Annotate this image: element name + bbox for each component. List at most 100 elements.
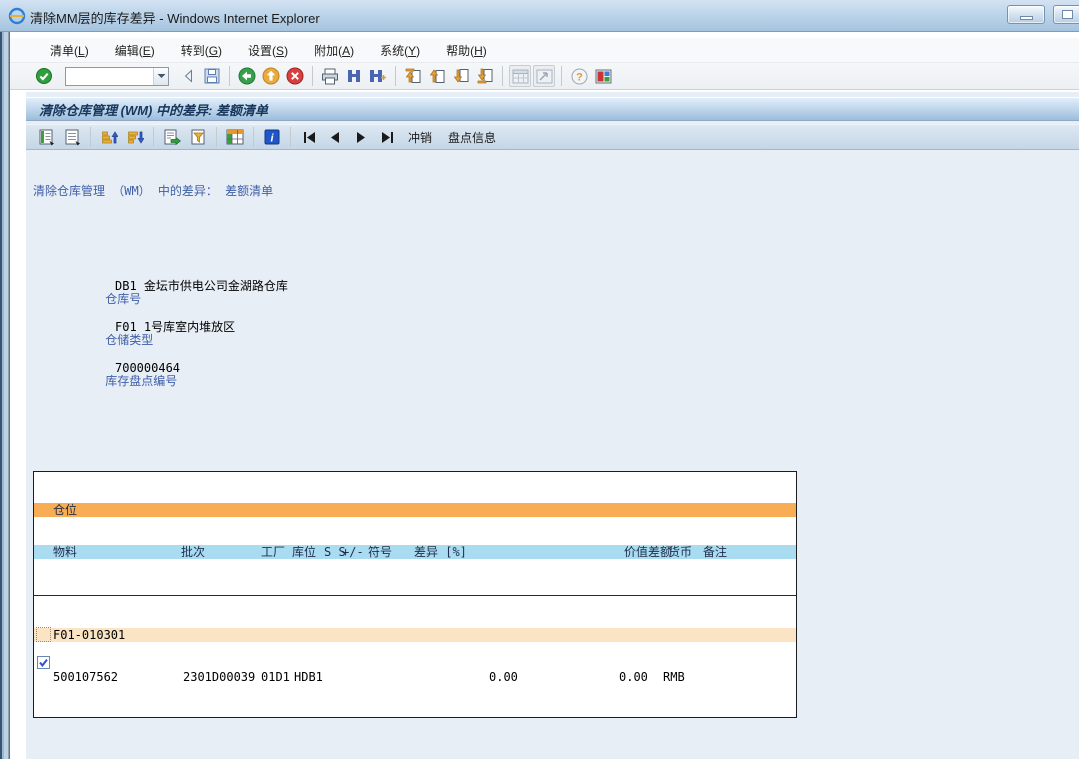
menu-settings[interactable]: 设置(S) <box>242 39 294 62</box>
menu-system[interactable]: 系统(Y) <box>374 39 426 62</box>
export-icon[interactable] <box>160 126 184 148</box>
command-field <box>65 67 169 86</box>
sort-descending-icon[interactable] <box>123 126 147 148</box>
cancel-icon[interactable] <box>284 65 306 87</box>
column-header-material: 物料 <box>53 545 77 559</box>
column-header-plusminus: +/- <box>342 545 364 559</box>
column-header-remark: 备注 <box>703 545 727 559</box>
report-content: 清除仓库管理 （WM） 中的差异： 差额清单 仓库号 DB1 金坛市供电公司金湖… <box>26 150 1079 746</box>
menu-goto[interactable]: 转到(G) <box>175 39 228 62</box>
cell-currency: RMB <box>663 670 685 684</box>
bin-row[interactable]: F01-010301 <box>34 628 796 642</box>
cell-diff-pct: 0.00 <box>489 670 518 684</box>
browser-page: 清单(L) 编辑(E) 转到(G) 设置(S) 附加(A) 系统(Y) 帮助(H… <box>10 32 1079 759</box>
print-icon[interactable] <box>319 65 341 87</box>
cell-batch: 2301D00039 <box>183 670 255 684</box>
column-header-bin: 仓位 <box>53 503 77 517</box>
toolbar-separator <box>153 127 154 147</box>
cell-material: 500107562 <box>53 670 118 684</box>
column-header-currency: 货币 <box>668 545 692 559</box>
window-title: 清除MM层的库存差异 - Windows Internet Explorer <box>30 8 320 27</box>
next-record-icon[interactable] <box>349 126 373 148</box>
command-dropdown-button[interactable] <box>153 68 168 85</box>
collapse-toolbar-icon[interactable] <box>177 65 199 87</box>
screen-titlebar: 清除仓库管理 (WM) 中的差异: 差额清单 <box>26 97 1079 121</box>
report-header-fields: 仓库号 DB1 金坛市供电公司金湖路仓库 仓储类型 F01 1号库室内堆放区 库… <box>33 252 1079 403</box>
column-header-plant: 工厂 <box>261 545 285 559</box>
chevron-down-icon <box>157 73 166 79</box>
application-toolbar: i 冲销 盘点信息 <box>26 124 1079 150</box>
field-storage-type: 仓储类型 F01 1号库室内堆放区 <box>33 321 1079 334</box>
menu-extras[interactable]: 附加(A) <box>308 39 360 62</box>
window-titlebar: 清除MM层的库存差异 - Windows Internet Explorer <box>0 0 1079 32</box>
field-value: DB1 金坛市供电公司金湖路仓库 <box>115 280 288 293</box>
exit-icon[interactable] <box>260 65 282 87</box>
field-value: F01 1号库室内堆放区 <box>115 321 235 334</box>
cell-sloc: HDB1 <box>294 670 323 684</box>
bin-checkbox[interactable] <box>37 628 50 641</box>
toolbar-separator <box>290 127 291 147</box>
grid-view-icon[interactable] <box>223 126 247 148</box>
find-next-icon[interactable] <box>367 65 389 87</box>
window-left-border <box>0 32 10 759</box>
field-value: 700000464 <box>115 362 180 375</box>
sap-standard-toolbar: ? <box>10 62 1079 90</box>
difference-table: 仓位 物料 批次 工厂 库位 S S +/- 符号 差异 [%] 价值差额 货币… <box>33 471 797 718</box>
sort-ascending-icon[interactable] <box>97 126 121 148</box>
column-header-batch: 批次 <box>181 545 205 559</box>
toolbar-separator <box>216 127 217 147</box>
table-separator-line <box>34 595 796 596</box>
last-record-icon[interactable] <box>375 126 399 148</box>
save-icon[interactable] <box>201 65 223 87</box>
enter-icon[interactable] <box>33 65 55 87</box>
back-icon[interactable] <box>236 65 258 87</box>
minimize-icon <box>1020 16 1033 20</box>
screen-title: 清除仓库管理 (WM) 中的差异: 差额清单 <box>39 100 268 119</box>
first-page-icon[interactable] <box>402 65 424 87</box>
bin-value: F01-010301 <box>53 628 125 642</box>
field-label: 仓库号 <box>105 292 141 306</box>
new-session-icon[interactable] <box>509 65 531 87</box>
toolbar-separator <box>312 66 313 86</box>
field-label: 库存盘点编号 <box>105 374 177 388</box>
field-warehouse-number: 仓库号 DB1 金坛市供电公司金湖路仓库 <box>33 280 1079 293</box>
minimize-button[interactable] <box>1007 5 1045 24</box>
column-header-sign: 符号 <box>368 545 392 559</box>
menu-help[interactable]: 帮助(H) <box>440 39 493 62</box>
internet-explorer-icon <box>8 7 26 25</box>
field-inventory-record-number: 库存盘点编号 700000464 <box>33 362 1079 375</box>
previous-page-icon[interactable] <box>426 65 448 87</box>
help-icon[interactable]: ? <box>568 65 590 87</box>
customize-layout-icon[interactable] <box>592 65 614 87</box>
toolbar-separator <box>90 127 91 147</box>
item-row[interactable]: 500107562 2301D00039 01D1 HDB1 0.00 0.00… <box>34 670 796 684</box>
field-label: 仓储类型 <box>105 333 153 347</box>
sap-menubar: 清单(L) 编辑(E) 转到(G) 设置(S) 附加(A) 系统(Y) 帮助(H… <box>10 38 1079 62</box>
toolbar-separator <box>253 127 254 147</box>
maximize-button[interactable] <box>1053 5 1079 24</box>
screenshot-root: { "window": { "title": "清除MM层的库存差异 - Win… <box>0 0 1079 759</box>
menu-list[interactable]: 清单(L) <box>44 39 95 62</box>
command-input[interactable] <box>66 68 153 85</box>
first-record-icon[interactable] <box>297 126 321 148</box>
select-all-icon[interactable] <box>34 126 58 148</box>
toolbar-separator <box>502 66 503 86</box>
reverse-button[interactable]: 冲销 <box>400 126 440 149</box>
menu-edit[interactable]: 编辑(E) <box>109 39 161 62</box>
svg-text:?: ? <box>576 71 583 83</box>
cell-plant: 01D1 <box>261 670 290 684</box>
previous-record-icon[interactable] <box>323 126 347 148</box>
deselect-all-icon[interactable] <box>60 126 84 148</box>
create-shortcut-icon[interactable] <box>533 65 555 87</box>
last-page-icon[interactable] <box>474 65 496 87</box>
info-icon[interactable]: i <box>260 126 284 148</box>
filter-icon[interactable] <box>186 126 210 148</box>
find-icon[interactable] <box>343 65 365 87</box>
inventory-info-button[interactable]: 盘点信息 <box>440 126 504 149</box>
column-header-sloc: 库位 <box>292 545 316 559</box>
maximize-icon <box>1062 10 1073 19</box>
toolbar-separator <box>561 66 562 86</box>
column-header-diff-pct: 差异 [%] <box>414 545 467 559</box>
sap-screen: 清除仓库管理 (WM) 中的差异: 差额清单 <box>26 92 1079 759</box>
next-page-icon[interactable] <box>450 65 472 87</box>
